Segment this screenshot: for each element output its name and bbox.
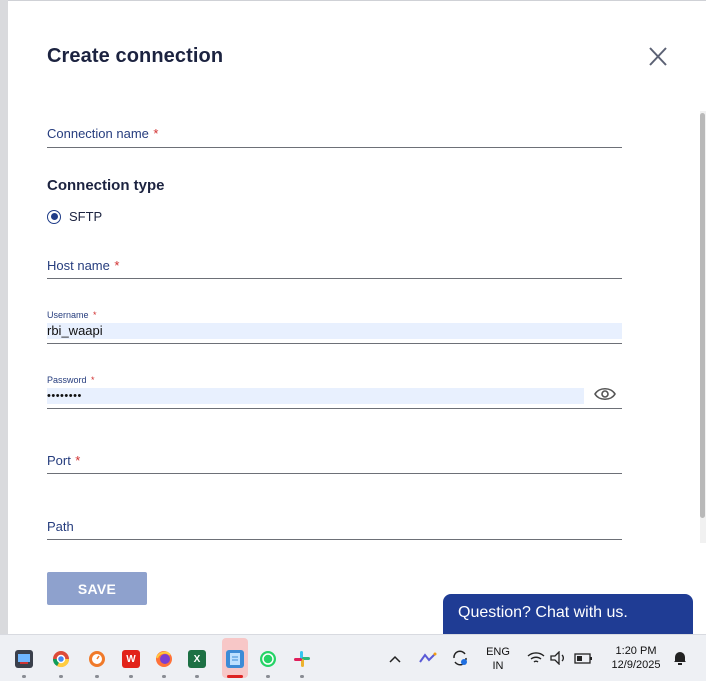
slack-icon[interactable] (293, 650, 311, 668)
sync-icon[interactable] (451, 649, 469, 672)
notifications-button[interactable] (672, 650, 688, 671)
network-status[interactable] (527, 651, 545, 670)
volume-status[interactable] (550, 650, 568, 670)
sftp-label: SFTP (69, 209, 103, 224)
dialog-header: Create connection (8, 1, 706, 111)
host-name-label: Host name (47, 258, 110, 273)
password-underline (47, 388, 622, 409)
taskbar-running-dot (59, 675, 63, 678)
password-label: Password (47, 375, 87, 385)
password-label-row: Password * (47, 370, 94, 388)
clock-date: 12/9/2025 (611, 659, 661, 671)
path-label: Path (47, 519, 74, 534)
wps-office-icon[interactable]: W (122, 650, 140, 668)
username-label: Username (47, 310, 89, 320)
eye-icon (594, 387, 616, 401)
taskbar-running-dot (129, 675, 133, 678)
connection-name-label: Connection name (47, 126, 149, 141)
show-hidden-icons-button[interactable] (389, 651, 401, 669)
whatsapp-icon[interactable] (259, 650, 277, 668)
connection-type-title: Connection type (47, 177, 165, 194)
chat-widget-button[interactable]: Question? Chat with us. (443, 594, 693, 634)
notepad-icon[interactable] (226, 650, 244, 668)
taskbar-running-dot (266, 675, 270, 678)
connection-name-field[interactable]: Connection name * (47, 125, 622, 148)
taskbar-running-dot (300, 675, 304, 678)
language-code: ENG (486, 646, 510, 658)
dialog-body[interactable]: Connection name * Connection type SFTP H… (8, 111, 706, 543)
port-field[interactable]: Port * (47, 452, 622, 474)
radio-selected-dot (50, 213, 58, 220)
clock-app-icon[interactable] (88, 650, 106, 668)
required-mark: * (92, 310, 97, 320)
show-password-button[interactable] (593, 385, 617, 403)
required-mark: * (153, 126, 159, 141)
region-code: IN (492, 660, 504, 672)
excel-icon[interactable]: X (188, 650, 206, 668)
notification-bell-icon (674, 652, 686, 665)
clock-time: 1:20 PM (615, 645, 657, 657)
speaker-icon (550, 650, 564, 666)
required-mark: * (114, 258, 120, 273)
backdrop (0, 0, 8, 634)
port-label: Port (47, 453, 71, 468)
language-indicator[interactable]: ENG IN (485, 645, 511, 673)
chrome-icon[interactable] (52, 650, 70, 668)
clock[interactable]: 1:20 PM 12/9/2025 (606, 644, 666, 672)
firefox-icon[interactable] (155, 650, 173, 668)
username-label-row: Username * (47, 305, 96, 323)
wifi-icon (527, 652, 545, 663)
taskbar-running-dot (95, 675, 99, 678)
taskbar-running-dot (22, 675, 26, 678)
battery-icon (574, 653, 592, 664)
close-icon (649, 47, 667, 66)
connection-type-sftp-radio[interactable]: SFTP (47, 209, 102, 224)
taskbar: W X ENG IN 1:20 PM 12/9/2025 (0, 634, 706, 681)
scrollbar-thumb[interactable] (700, 113, 705, 518)
taskbar-running-dot (162, 675, 166, 678)
taskbar-running-dot (195, 675, 199, 678)
snipping-tool-icon[interactable] (15, 650, 33, 668)
host-name-field[interactable]: Host name * (47, 257, 622, 279)
create-connection-dialog: Create connection Connection name * Conn… (8, 0, 706, 635)
radio-button[interactable] (47, 209, 61, 224)
path-field[interactable]: Path (47, 518, 622, 540)
username-underline (47, 323, 622, 344)
active-app-indicator (227, 675, 243, 678)
close-button[interactable] (644, 45, 672, 69)
required-mark: * (90, 375, 95, 385)
battery-status[interactable] (574, 651, 594, 670)
required-mark: * (75, 453, 81, 468)
dialog-title: Create connection (47, 45, 224, 67)
tray-app-icon[interactable] (419, 651, 437, 669)
save-button[interactable]: SAVE (47, 572, 147, 605)
chevron-up-icon (389, 655, 401, 663)
